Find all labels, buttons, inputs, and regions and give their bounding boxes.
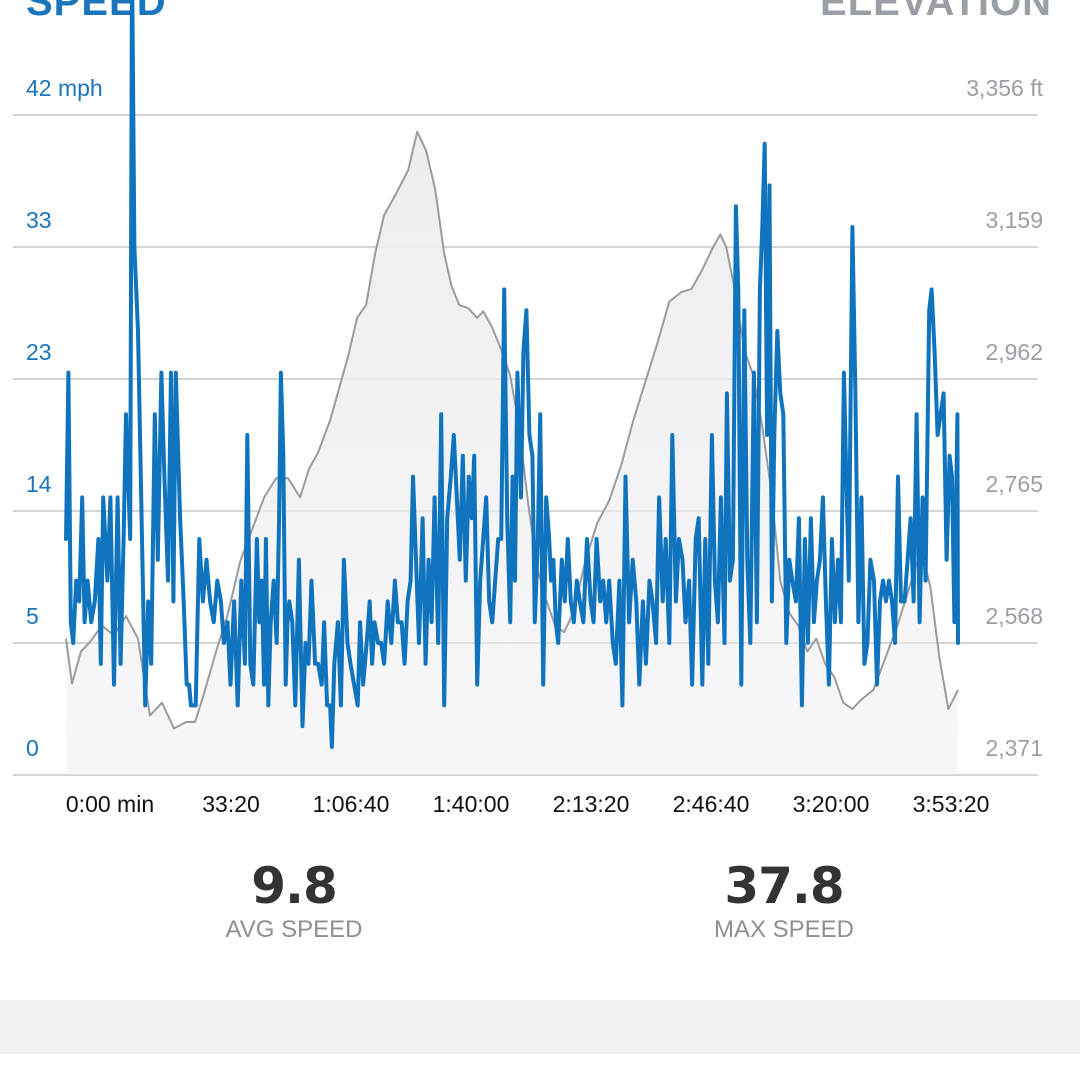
- y-left-tick-label: 5: [26, 603, 39, 629]
- y-right-tick-label: 3,159: [985, 207, 1043, 233]
- y-left-tick-label: 42 mph: [26, 75, 103, 101]
- y-left-tick-label: 14: [26, 471, 52, 497]
- y-right-tick-label: 2,371: [985, 735, 1043, 761]
- x-tick-label: 33:20: [202, 791, 260, 817]
- y-left-tick-label: 23: [26, 339, 52, 365]
- x-tick-label: 3:53:20: [913, 791, 990, 817]
- y-right-tick-label: 2,962: [985, 339, 1043, 365]
- bottom-divider-band: [0, 1000, 1080, 1054]
- x-tick-label: 2:46:40: [673, 791, 750, 817]
- x-tick-label: 1:40:00: [433, 791, 510, 817]
- max-speed-stat: 37.8 MAX SPEED: [634, 858, 934, 944]
- avg-speed-stat: 9.8 AVG SPEED: [144, 858, 444, 944]
- y-right-tick-label: 2,765: [985, 471, 1043, 497]
- elevation-area: [66, 131, 958, 775]
- x-tick-label: 3:20:00: [793, 791, 870, 817]
- avg-speed-value: 9.8: [251, 857, 338, 915]
- x-tick-label: 2:13:20: [553, 791, 630, 817]
- y-left-tick-label: 0: [26, 735, 39, 761]
- max-speed-value: 37.8: [724, 857, 844, 915]
- x-tick-label: 1:06:40: [313, 791, 390, 817]
- y-right-tick-label: 3,356 ft: [966, 75, 1043, 101]
- x-tick-label: 0:00 min: [66, 791, 154, 817]
- speed-elevation-chart: 42 mph 33 23 14 5 0 3,356 ft 3,159 2,962 2,765 2,5…: [13, 0, 1044, 817]
- y-right-tick-label: 2,568: [985, 603, 1043, 629]
- max-speed-label: MAX SPEED: [713, 916, 855, 943]
- avg-speed-label: AVG SPEED: [225, 916, 363, 943]
- y-left-tick-label: 33: [26, 207, 52, 233]
